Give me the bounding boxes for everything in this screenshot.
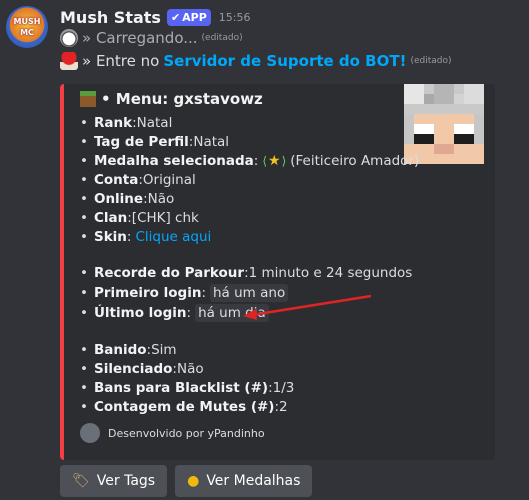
field-skin: • Skin: Clique aqui	[80, 229, 212, 245]
field-profile-tag: • Tag de Perfil: Natal	[80, 134, 230, 150]
loading-message: » Carregando... (editado)	[60, 27, 243, 49]
field-mute-count: • Contagem de Mutes (#): 2	[80, 399, 288, 415]
app-badge: ✔ APP	[166, 8, 211, 26]
field-rank: • Rank: Natal	[80, 115, 173, 131]
avatar-text-top: MUSH	[13, 17, 41, 26]
grass-block-icon	[80, 91, 96, 107]
field-blacklist-bans: • Bans para Blacklist (#): 1/3	[80, 380, 295, 396]
field-banned: • Banido: Sim	[80, 342, 177, 358]
medal-sparkle-icon: ⟨ ★ ⟩	[262, 153, 287, 169]
view-tags-label: Ver Tags	[96, 473, 156, 489]
view-medals-label: Ver Medalhas	[206, 473, 301, 489]
field-first-login: • Primeiro login: há um ano	[80, 283, 289, 303]
support-message: » Entre no Servidor de Suporte do BOT! (…	[60, 50, 452, 72]
bot-username[interactable]: Mush Stats	[60, 8, 161, 27]
action-buttons: 🏷 Ver Tags ● Ver Medalhas	[60, 465, 313, 497]
field-account: • Conta: Original	[80, 172, 196, 188]
loading-text: » Carregando...	[82, 29, 198, 47]
view-medals-button[interactable]: ● Ver Medalhas	[175, 465, 313, 497]
embed-title: • Menu: gxstavowz	[80, 88, 263, 110]
app-badge-label: APP	[182, 10, 207, 24]
field-selected-medal: • Medalha selecionada: ⟨ ★ ⟩ (Feiticeiro Ama…	[80, 153, 420, 169]
footer-avatar	[80, 423, 100, 443]
embed-footer: Desenvolvido por yPandinho	[80, 422, 265, 444]
edited-label: (editado)	[410, 56, 452, 66]
avatar-text-bottom: MC	[20, 28, 34, 37]
field-clan: • Clan: [CHK] chk	[80, 210, 199, 226]
last-login-timestamp[interactable]: há um dia	[195, 304, 269, 322]
field-parkour-record: • Recorde do Parkour: 1 minuto e 24 segun…	[80, 265, 413, 281]
message-timestamp: 15:56	[218, 10, 251, 24]
profile-embed: • Menu: gxstavowz • Rank: Natal • Tag de P…	[60, 84, 495, 460]
footer-text: Desenvolvido por yPandinho	[108, 426, 265, 440]
field-last-login: • Último login: há um dia	[80, 303, 269, 323]
field-muted: • Silenciado: Não	[80, 361, 204, 377]
edited-label: (editado)	[201, 33, 243, 43]
field-online: • Online: Não	[80, 191, 175, 207]
first-login-timestamp[interactable]: há um ano	[210, 284, 289, 302]
skin-link[interactable]: Clique aqui	[135, 229, 211, 245]
view-tags-button[interactable]: 🏷 Ver Tags	[60, 465, 168, 497]
support-text: » Entre no	[82, 52, 160, 70]
medal-icon: ●	[187, 473, 200, 489]
alarm-clock-icon	[60, 29, 78, 47]
bot-avatar[interactable]: MUSH MC	[6, 6, 48, 48]
message-header: Mush Stats ✔ APP 15:56	[60, 6, 251, 28]
verified-check-icon: ✔	[170, 10, 181, 24]
tag-icon: 🏷	[72, 473, 90, 489]
mushroom-icon	[60, 52, 78, 70]
support-server-link[interactable]: Servidor de Suporte do BOT!	[163, 52, 406, 70]
embed-title-text: • Menu: gxstavowz	[101, 90, 263, 108]
